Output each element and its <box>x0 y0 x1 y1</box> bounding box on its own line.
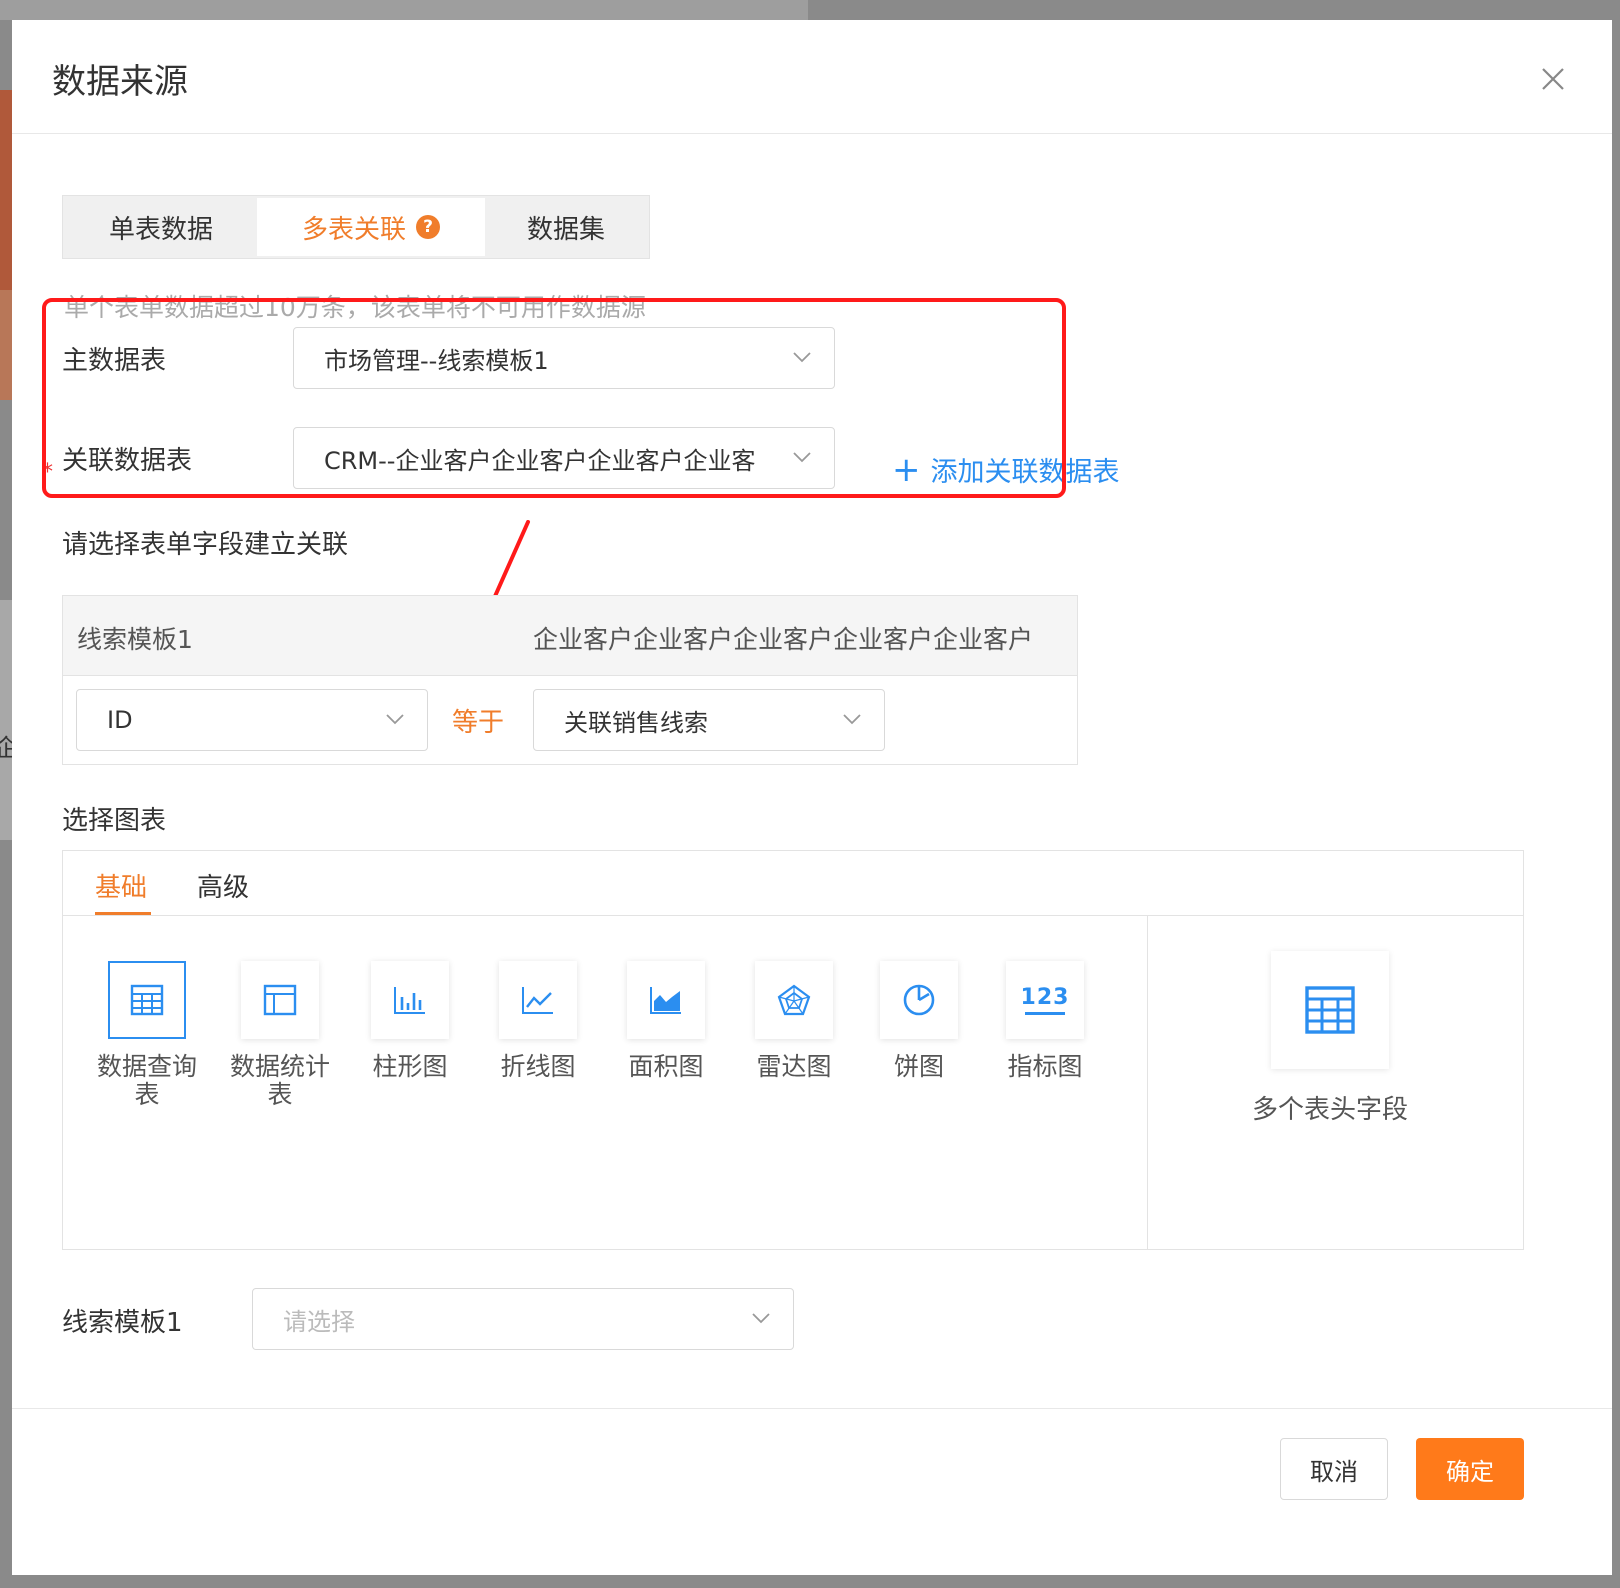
chart-item-label: 数据统计表 <box>229 1052 330 1109</box>
right-field-value: 关联销售线索 <box>564 708 708 737</box>
chart-section-title: 选择图表 <box>62 806 167 836</box>
annotation-highlight-box <box>42 298 1066 498</box>
tab-label: 单表数据 <box>108 214 213 245</box>
radar-chart-icon <box>777 984 811 1016</box>
backdrop-top <box>0 0 808 20</box>
footer-divider <box>12 1408 1612 1409</box>
chart-item-label: 指标图 <box>1007 1052 1083 1081</box>
chart-icon-frame <box>371 961 449 1039</box>
tab-single-table[interactable]: 单表数据 <box>65 198 257 256</box>
chart-icon-frame <box>499 961 577 1039</box>
active-tab-indicator <box>95 912 151 915</box>
dialog-header: 数据来源 <box>12 20 1612 134</box>
relation-section-title: 请选择表单字段建立关联 <box>62 530 349 560</box>
close-icon[interactable] <box>1538 64 1568 94</box>
operator-label: 等于 <box>452 708 505 738</box>
cancel-button[interactable]: 取消 <box>1280 1438 1388 1500</box>
chart-item-stat-table[interactable]: 数据统计表 <box>225 961 335 1109</box>
relation-header: 线索模板1 企业客户企业客户企业客户企业客户企业客户 <box>63 596 1077 676</box>
area-chart-icon <box>650 987 681 1014</box>
chart-item-multi-header[interactable] <box>1271 951 1389 1069</box>
chart-item-label: 雷达图 <box>756 1052 832 1081</box>
grid-table-icon <box>130 984 164 1016</box>
line-chart-icon <box>522 987 553 1014</box>
chart-item-radar[interactable]: 雷达图 <box>739 961 849 1081</box>
bar-chart-icon <box>394 987 425 1014</box>
relation-left-header: 线索模板1 <box>77 625 193 654</box>
chart-icon-frame: 123 <box>1006 961 1084 1039</box>
tab-basic[interactable]: 基础 <box>95 867 147 904</box>
chart-icon-frame <box>627 961 705 1039</box>
left-field-value: ID <box>107 706 133 734</box>
right-field-select[interactable]: 关联销售线索 <box>533 689 885 751</box>
chart-icon-frame <box>241 961 319 1039</box>
chevron-down-icon <box>752 1313 770 1324</box>
chart-item-label: 折线图 <box>500 1052 576 1081</box>
tab-dataset[interactable]: 数据集 <box>485 198 647 256</box>
chart-item-pie[interactable]: 饼图 <box>864 961 974 1081</box>
pie-chart-icon <box>903 984 935 1016</box>
tab-advanced[interactable]: 高级 <box>197 867 249 904</box>
stat-table-icon <box>263 984 297 1016</box>
data-source-dialog: 数据来源 单表数据 多表关联? 数据集 单个表单数据超过10万条，该表单将不可用… <box>12 20 1612 1575</box>
dialog-title: 数据来源 <box>52 62 188 102</box>
multi-header-table-icon <box>1305 986 1355 1034</box>
source-type-segmented: 单表数据 多表关联? 数据集 <box>62 195 650 259</box>
chart-item-query-table[interactable]: 数据查询表 <box>92 961 202 1109</box>
field-select-placeholder: 请选择 <box>283 1307 355 1336</box>
chart-item-kpi[interactable]: 123 指标图 <box>990 961 1100 1081</box>
chart-item-label: 数据查询表 <box>96 1052 197 1109</box>
chart-item-label: 饼图 <box>893 1052 944 1081</box>
confirm-button[interactable]: 确定 <box>1416 1438 1524 1500</box>
multi-header-label: 多个表头字段 <box>1251 1095 1408 1125</box>
chart-tabs: 基础 高级 <box>63 851 1523 916</box>
chart-item-label: 柱形图 <box>372 1052 448 1081</box>
left-field-select[interactable]: ID <box>76 689 428 751</box>
chart-icon-frame <box>108 961 186 1039</box>
tab-label: 多表关联 <box>301 214 406 245</box>
field-select[interactable]: 请选择 <box>252 1288 794 1350</box>
chart-item-bar[interactable]: 柱形图 <box>355 961 465 1081</box>
tab-label: 数据集 <box>526 214 605 245</box>
kpi-icon: 123 <box>1020 984 1070 1010</box>
chart-item-line[interactable]: 折线图 <box>483 961 593 1081</box>
chart-icon-frame <box>755 961 833 1039</box>
chart-item-label: 面积图 <box>628 1052 704 1081</box>
tab-multi-table[interactable]: 多表关联? <box>257 198 485 256</box>
relation-right-header: 企业客户企业客户企业客户企业客户企业客户 <box>533 625 1034 654</box>
help-icon[interactable]: ? <box>416 215 440 239</box>
chart-picker: 基础 高级 数据查询表 数据统计表 柱形图 折线图 面积图 雷达图 饼图 123… <box>62 850 1524 1250</box>
kpi-underline <box>1025 1011 1065 1015</box>
chevron-down-icon <box>843 714 861 725</box>
chevron-down-icon <box>386 714 404 725</box>
panel-divider <box>1147 916 1148 1249</box>
chart-item-area[interactable]: 面积图 <box>611 961 721 1081</box>
field-select-label: 线索模板1 <box>62 1308 183 1338</box>
chart-icon-frame <box>880 961 958 1039</box>
